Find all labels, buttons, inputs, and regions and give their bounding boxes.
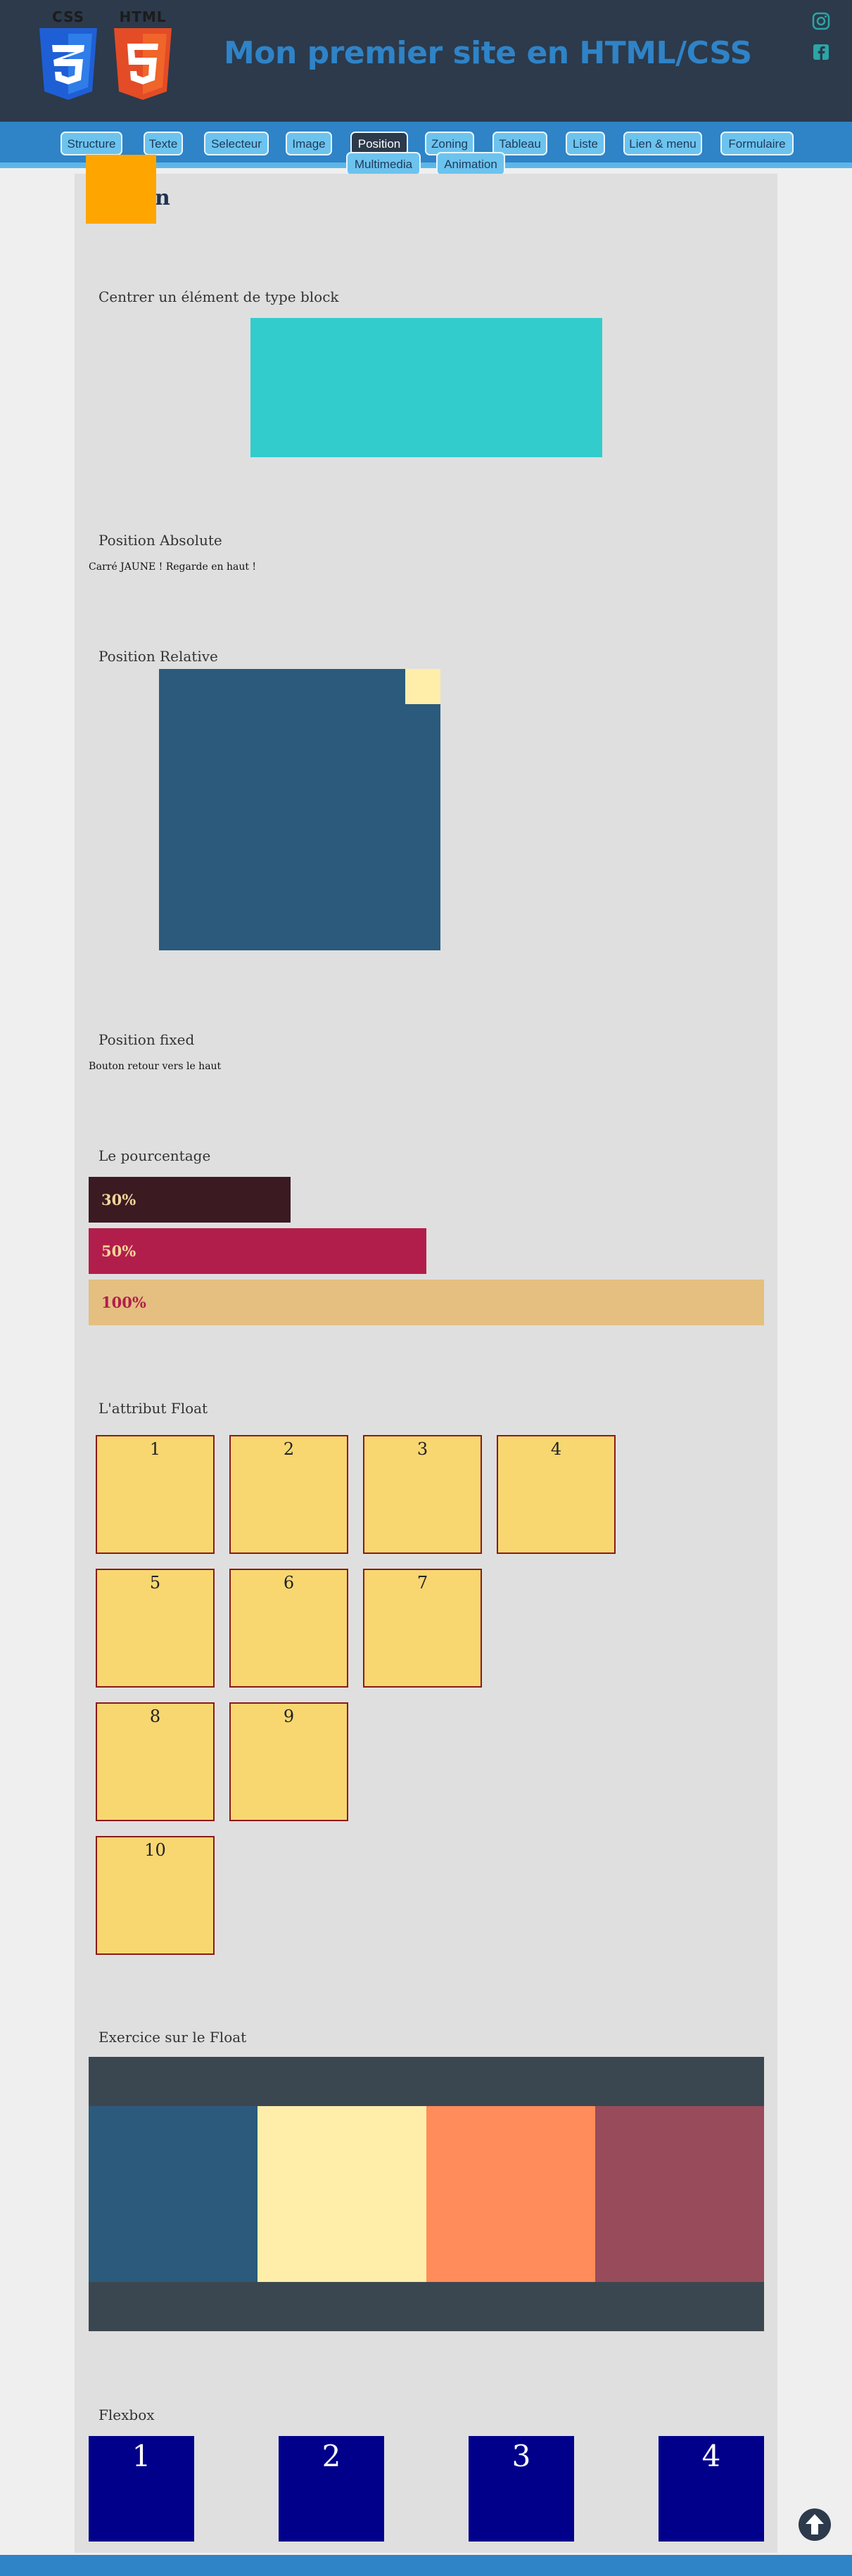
section-title-absolute: Position Absolute (98, 532, 222, 549)
html5-logo: HTML (111, 8, 174, 103)
back-to-top-button[interactable] (798, 2508, 832, 2542)
float-exercise-column-3 (426, 2106, 595, 2282)
flex-box-2: 2 (279, 2436, 384, 2542)
nav-item-formulaire[interactable]: Formulaire (720, 132, 794, 155)
centered-block-demo (250, 318, 602, 457)
site-header: CSS HTML Mon premier site en HTML/CSS (0, 0, 852, 122)
nav-item-selecteur[interactable]: Selecteur (204, 132, 269, 155)
css3-shield-icon (39, 28, 97, 100)
section-title-flexbox: Flexbox (98, 2406, 155, 2423)
float-box-1: 1 (96, 1435, 215, 1554)
section-title-float-exercise: Exercice sur le Float (98, 2029, 247, 2046)
float-box-2: 2 (229, 1435, 348, 1554)
site-footer (0, 2555, 852, 2576)
submenu-item-multimedia[interactable]: Multimedia (346, 152, 421, 176)
section-title-percentage: Le pourcentage (98, 1147, 211, 1164)
float-box-8: 8 (96, 1702, 215, 1821)
css-logo-label: CSS (52, 8, 84, 25)
section-title-fixed: Position fixed (98, 1031, 195, 1048)
site-title: Mon premier site en HTML/CSS (224, 35, 752, 71)
float-box-6: 6 (229, 1569, 348, 1688)
instagram-icon[interactable] (811, 11, 831, 31)
flex-box-4: 4 (659, 2436, 764, 2542)
flex-box-3: 3 (469, 2436, 574, 2542)
facebook-icon[interactable] (811, 42, 831, 62)
float-box-7: 7 (363, 1569, 482, 1688)
nav-item-image[interactable]: Image (286, 132, 332, 155)
float-box-4: 4 (497, 1435, 616, 1554)
nav-item-lien-menu[interactable]: Lien & menu (623, 132, 702, 155)
float-box-5: 5 (96, 1569, 215, 1688)
submenu-item-animation[interactable]: Animation (436, 152, 505, 176)
html-logo-label: HTML (119, 8, 167, 25)
percent-bar-30: 30% (89, 1177, 291, 1223)
float-box-3: 3 (363, 1435, 482, 1554)
float-box-10: 10 (96, 1836, 215, 1955)
nav-item-liste[interactable]: Liste (566, 132, 605, 155)
percent-bar-100: 100% (89, 1280, 764, 1325)
section-title-relative: Position Relative (98, 648, 218, 665)
absolute-yellow-square (86, 155, 156, 224)
nav-item-structure[interactable]: Structure (61, 132, 122, 155)
float-box-9: 9 (229, 1702, 348, 1821)
relative-child-box (405, 669, 440, 704)
section-title-float: L'attribut Float (98, 1400, 208, 1417)
percent-bar-50: 50% (89, 1228, 426, 1274)
css3-logo: CSS (37, 8, 100, 103)
float-exercise-column-4 (595, 2106, 764, 2282)
arrow-up-circle-icon (799, 2508, 831, 2541)
float-exercise-footer (89, 2282, 764, 2331)
flex-box-1: 1 (89, 2436, 194, 2542)
nav-item-texte[interactable]: Texte (144, 132, 183, 155)
html5-shield-icon (114, 28, 172, 100)
float-exercise-column-1 (89, 2106, 257, 2282)
section-title-block-center: Centrer un élément de type block (98, 288, 339, 305)
float-exercise-column-2 (257, 2106, 426, 2282)
fixed-note: Bouton retour vers le haut (89, 1061, 222, 1072)
relative-parent-box (159, 669, 440, 950)
float-exercise-header (89, 2057, 764, 2106)
absolute-note: Carré JAUNE ! Regarde en haut ! (89, 561, 257, 573)
